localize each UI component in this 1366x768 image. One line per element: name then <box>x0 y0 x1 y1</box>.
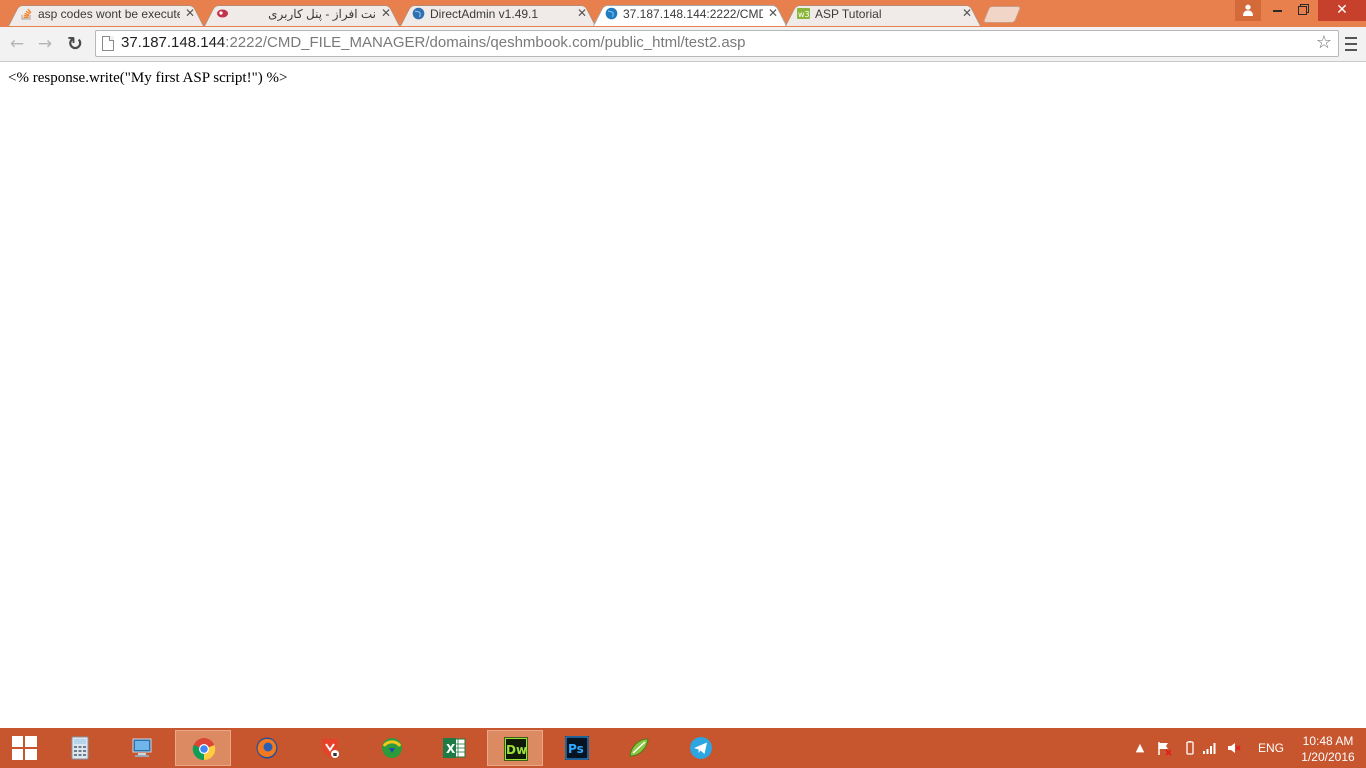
taskbar-brave[interactable] <box>302 730 358 766</box>
clock[interactable]: 10:48 AM 1/20/2016 <box>1298 733 1358 765</box>
restore-icon <box>1298 6 1307 15</box>
person-icon <box>1243 4 1253 16</box>
taskbar-chrome[interactable] <box>175 730 231 766</box>
globe-icon <box>605 7 618 20</box>
this-pc-icon <box>132 738 152 757</box>
show-hidden-icons-button[interactable]: ▲ <box>1132 740 1148 756</box>
stackoverflow-icon <box>21 8 32 20</box>
close-tab-icon[interactable]: ✕ <box>380 7 392 19</box>
svg-text:w3: w3 <box>798 10 810 19</box>
close-tab-icon[interactable]: ✕ <box>767 7 779 19</box>
brave-icon <box>322 739 339 758</box>
dreamweaver-glyph: Dw <box>506 743 527 757</box>
battery-icon[interactable] <box>1182 740 1198 756</box>
hamburger-icon <box>1345 37 1357 39</box>
page-content: <% response.write("My first ASP script!"… <box>0 62 1366 728</box>
new-tab-button[interactable] <box>982 6 1022 23</box>
chevron-up-icon: ▲ <box>1135 741 1145 754</box>
taskbar-download-manager[interactable] <box>364 730 420 766</box>
tab-asp-tutorial[interactable]: w3 ASP Tutorial ✕ <box>785 2 981 26</box>
firefox-icon <box>256 737 278 759</box>
taskbar-telegram[interactable] <box>673 730 729 766</box>
minimize-icon <box>1273 9 1282 12</box>
tab-active-file-manager[interactable]: 37.187.148.144:2222/CMD ✕ <box>593 2 787 26</box>
minimize-button[interactable] <box>1265 0 1290 21</box>
tab-title: asp codes wont be executed <box>38 7 180 21</box>
telegram-icon <box>690 737 712 759</box>
tab-directadmin[interactable]: DirectAdmin v1.49.1 ✕ <box>400 2 596 26</box>
tab-title: نت افراز - پنل کاربری <box>268 7 376 21</box>
forward-button[interactable]: → <box>34 33 56 55</box>
close-tab-icon[interactable]: ✕ <box>576 7 588 19</box>
network-signal-icon[interactable] <box>1202 740 1218 756</box>
calculator-icon <box>71 736 89 760</box>
restore-button[interactable] <box>1290 0 1315 21</box>
photoshop-icon: Ps <box>565 736 589 760</box>
start-button[interactable] <box>0 728 50 768</box>
address-bar[interactable]: 37.187.148.144:2222/CMD_FILE_MANAGER/dom… <box>95 30 1339 57</box>
browser-toolbar: ← → ↻ 37.187.148.144:2222/CMD_FILE_MANAG… <box>0 27 1366 62</box>
user-profile-button[interactable] <box>1235 0 1261 21</box>
title-bar: asp codes wont be executed ✕ نت افراز - … <box>0 0 1366 27</box>
chrome-menu-button[interactable] <box>1340 33 1362 55</box>
download-manager-icon <box>382 738 402 758</box>
taskbar-firefox[interactable] <box>239 730 295 766</box>
taskbar-dreamweaver[interactable]: Dw <box>487 730 543 766</box>
close-tab-icon[interactable]: ✕ <box>184 7 196 19</box>
excel-icon: X <box>443 738 466 758</box>
url-host: 37.187.148.144 <box>121 34 226 51</box>
globe-icon <box>412 7 425 20</box>
w3schools-icon: w3 <box>797 8 810 19</box>
input-language-indicator[interactable]: ENG <box>1258 741 1284 755</box>
tab-netafraz[interactable]: نت افراز - پنل کاربری ✕ <box>204 2 400 26</box>
arrow-left-icon: ← <box>9 34 25 54</box>
url-path: :2222/CMD_FILE_MANAGER/domains/qeshmbook… <box>225 34 746 51</box>
reload-icon: ↻ <box>67 33 83 55</box>
tab-title: ASP Tutorial <box>815 7 882 21</box>
system-tray: ▲ ENG 10:48 AM 1/20/2016 <box>1126 728 1366 768</box>
tab-title: DirectAdmin v1.49.1 <box>430 7 539 21</box>
close-tab-icon[interactable]: ✕ <box>961 7 973 19</box>
taskbar: X Dw Ps ▲ ENG 10:48 AM 1/20/2016 <box>0 728 1366 768</box>
close-window-button[interactable]: ✕ <box>1318 0 1366 21</box>
page-icon <box>102 36 114 51</box>
chrome-icon <box>192 738 216 761</box>
close-icon: ✕ <box>1336 2 1348 18</box>
dreamweaver-icon: Dw <box>504 737 528 761</box>
volume-muted-icon[interactable] <box>1226 740 1242 756</box>
taskbar-coreldraw[interactable] <box>611 730 667 766</box>
back-button[interactable]: ← <box>6 33 28 55</box>
page-body-text: <% response.write("My first ASP script!"… <box>8 70 288 86</box>
taskbar-this-pc[interactable] <box>115 730 171 766</box>
action-center-icon[interactable] <box>1156 740 1172 756</box>
taskbar-excel[interactable]: X <box>426 730 482 766</box>
clock-date: 1/20/2016 <box>1301 750 1355 764</box>
reload-button[interactable]: ↻ <box>64 33 86 55</box>
photoshop-glyph: Ps <box>568 742 584 756</box>
arrow-right-icon: → <box>37 34 53 54</box>
taskbar-calculator[interactable] <box>52 730 108 766</box>
clock-time: 10:48 AM <box>1302 734 1354 748</box>
bookmark-star-icon[interactable]: ☆ <box>1316 32 1332 54</box>
taskbar-photoshop[interactable]: Ps <box>549 730 605 766</box>
netafraz-icon <box>217 9 228 18</box>
tab-asp-codes[interactable]: asp codes wont be executed ✕ <box>8 2 204 26</box>
tab-title: 37.187.148.144:2222/CMD <box>623 7 763 21</box>
excel-glyph: X <box>446 742 456 756</box>
coreldraw-icon <box>629 738 649 757</box>
url-text[interactable]: 37.187.148.144:2222/CMD_FILE_MANAGER/dom… <box>121 34 746 52</box>
